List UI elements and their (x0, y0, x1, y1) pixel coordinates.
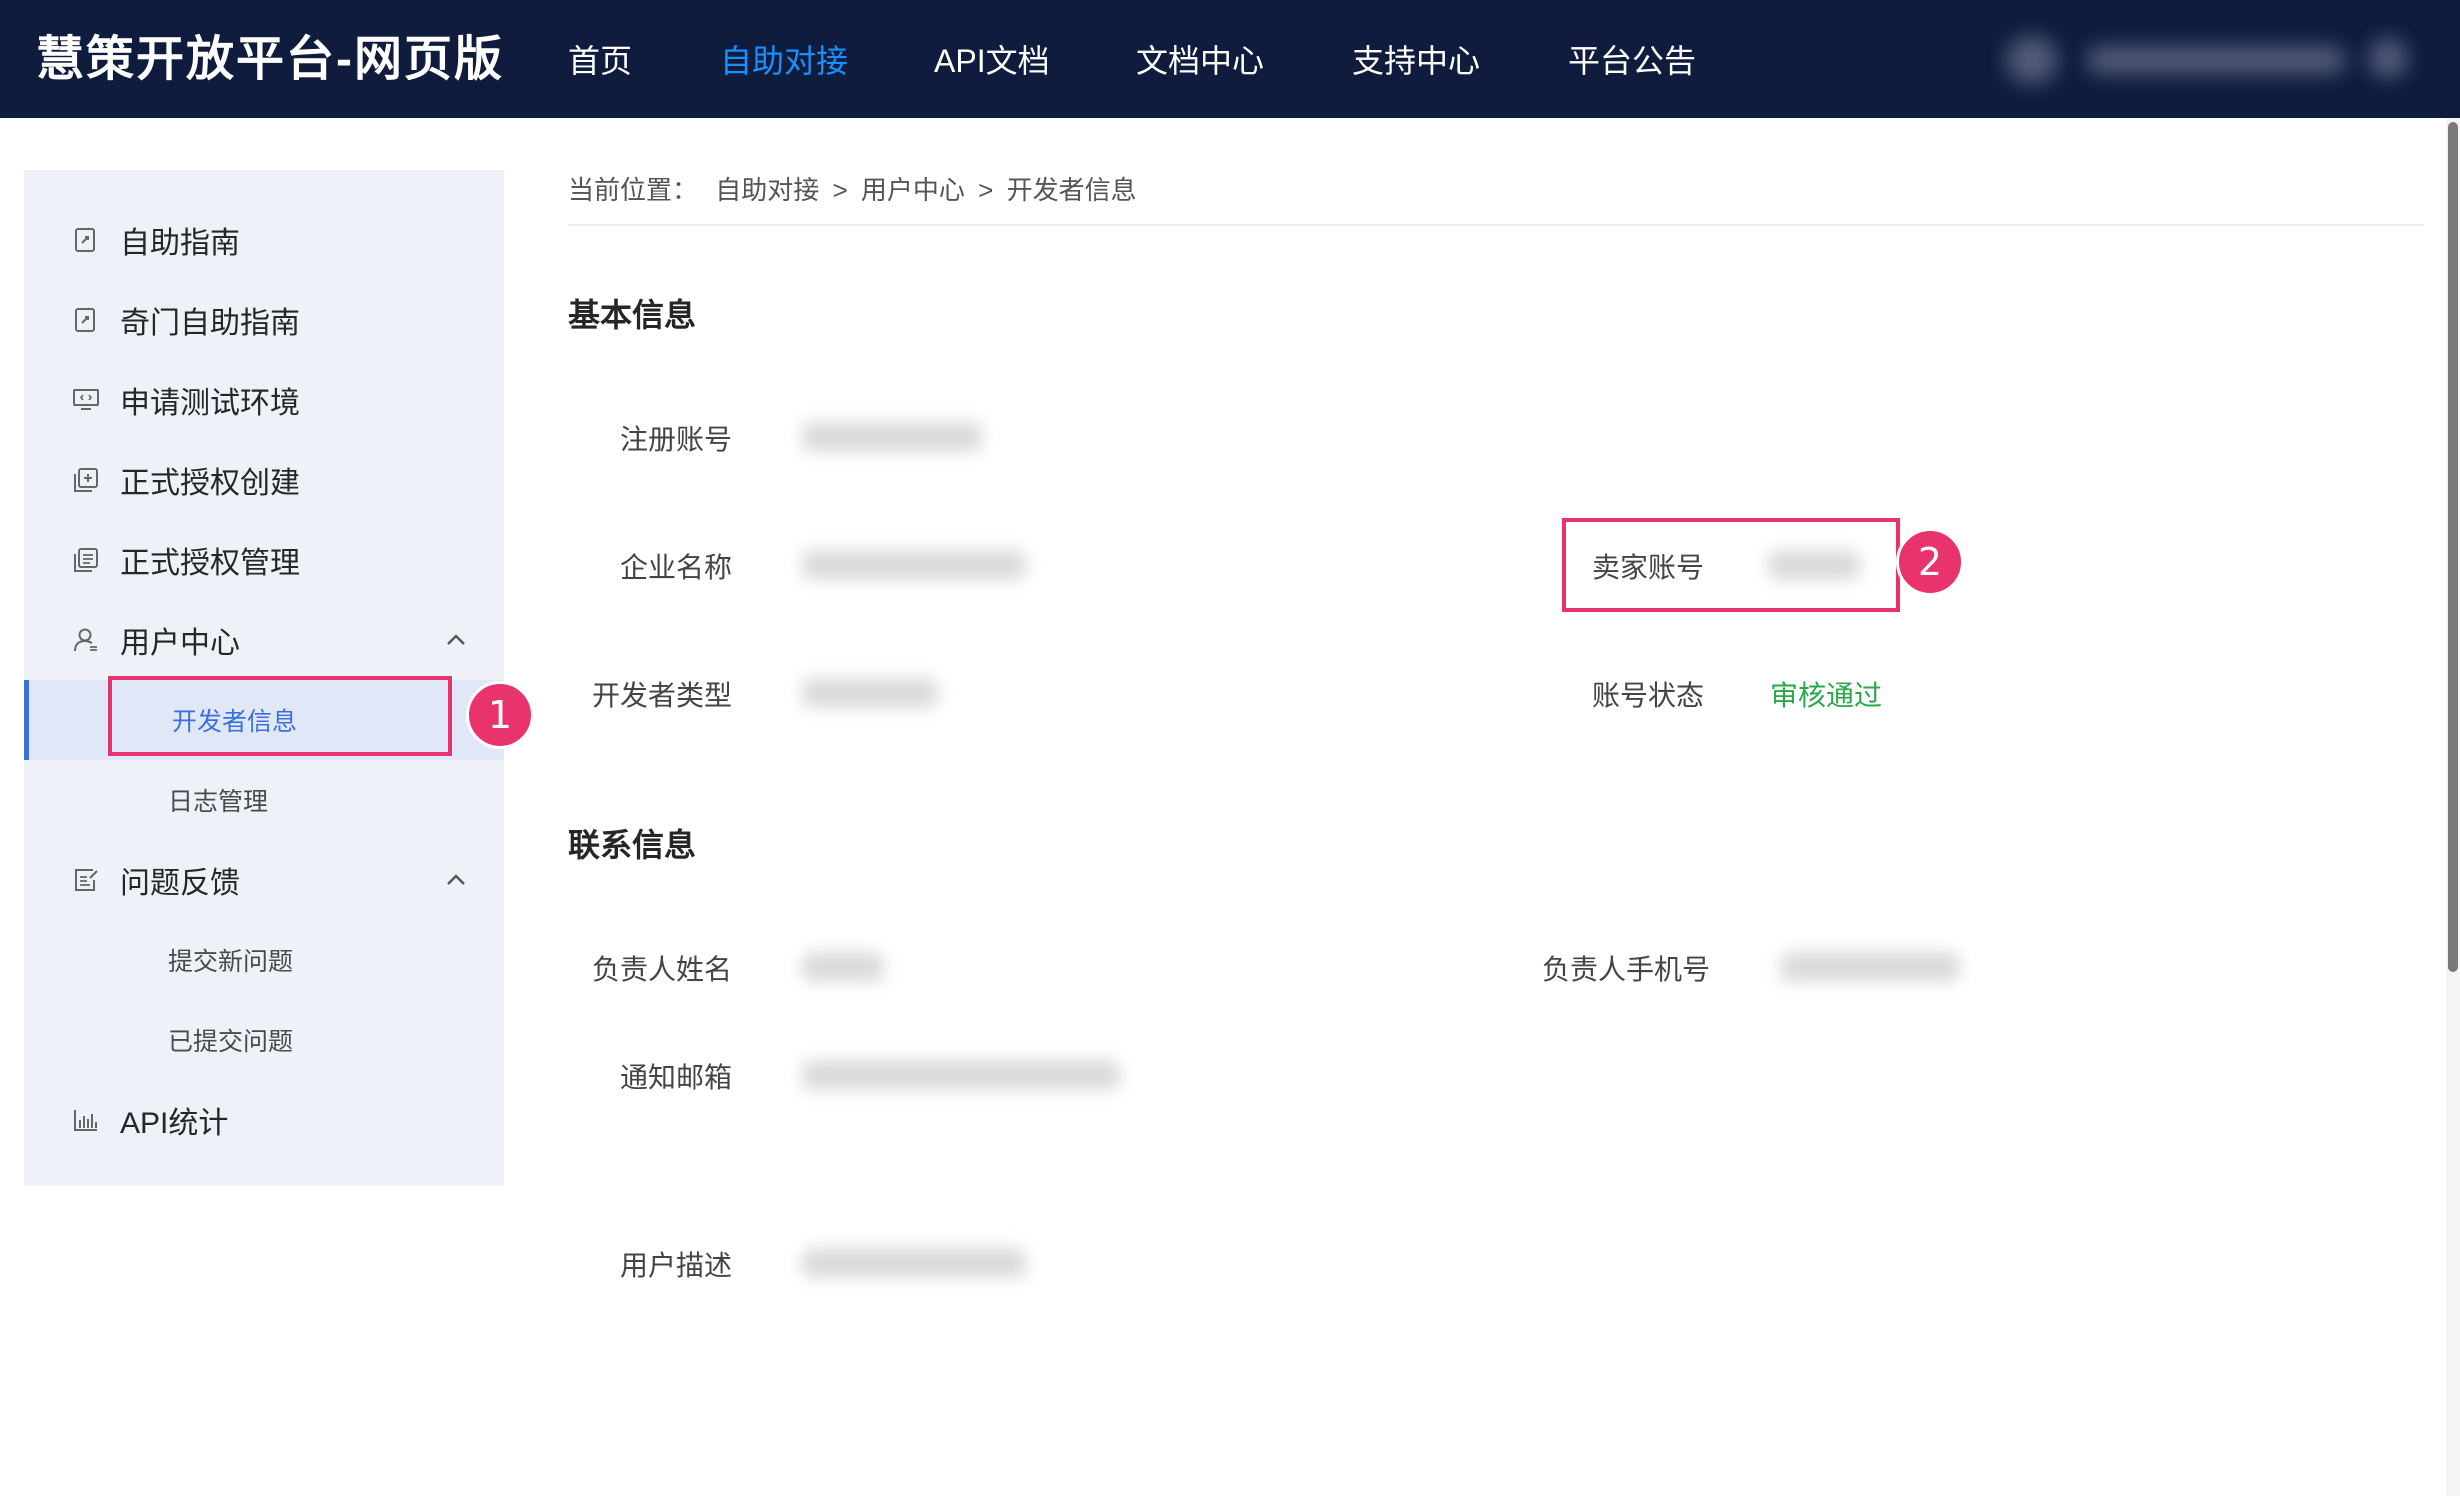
avatar (2006, 36, 2058, 84)
sidebar-item-auth-create[interactable]: 正式授权创建 (24, 440, 504, 520)
sidebar-item-label: 自助指南 (120, 227, 240, 260)
sidebar-item-self-guide[interactable]: 自助指南 (24, 200, 504, 280)
sidebar-item-label: 奇门自助指南 (120, 307, 300, 340)
field-label-account-status: 账号状态 (1592, 680, 1705, 711)
list-square-icon (72, 546, 100, 574)
field-value-notify-email-blurred (802, 1060, 1120, 1090)
page: 慧策开放平台-网页版 首页 自助对接 API文档 文档中心 支持中心 平台公告 … (0, 0, 2460, 1496)
breadcrumb-separator: > (978, 175, 994, 205)
sidebar-group-feedback[interactable]: 问题反馈 (24, 840, 504, 920)
nav-self-service[interactable]: 自助对接 (720, 38, 848, 84)
username-blurred (2086, 46, 2346, 74)
user-account-menu[interactable] (2006, 32, 2416, 88)
field-label-company-name: 企业名称 (620, 552, 733, 583)
field-label-developer-type: 开发者类型 (592, 680, 733, 711)
highlight-box-seller-account (1562, 518, 1900, 612)
document-icon (72, 306, 100, 334)
sidebar-item-apply-test-env[interactable]: 申请测试环境 (24, 360, 504, 440)
breadcrumb: 当前位置： 自助对接 > 用户中心 > 开发者信息 (568, 170, 1137, 210)
field-label-contact-name: 负责人姓名 (592, 954, 733, 985)
add-square-icon (72, 466, 100, 494)
sidebar-item-label: 正式授权管理 (120, 547, 300, 580)
nav-home[interactable]: 首页 (568, 38, 632, 84)
field-value-contact-name-blurred (802, 952, 884, 982)
sidebar-item-label: 用户中心 (120, 627, 240, 660)
section-title-contact-info: 联系信息 (568, 827, 697, 863)
bar-chart-icon (72, 1106, 100, 1134)
field-label-contact-phone: 负责人手机号 (1542, 954, 1711, 985)
sidebar-group-user-center[interactable]: 用户中心 (24, 600, 504, 680)
section-title-basic-info: 基本信息 (568, 297, 697, 333)
sidebar-subitem-submit-issue[interactable]: 提交新问题 (24, 920, 504, 1000)
field-value-register-account-blurred (802, 422, 982, 452)
active-indicator (24, 680, 29, 760)
chevron-up-icon[interactable] (442, 866, 470, 894)
field-value-contact-phone-blurred (1780, 952, 1960, 982)
sidebar-item-label: 问题反馈 (120, 867, 240, 900)
breadcrumb-prefix: 当前位置： (568, 175, 699, 205)
page-scrollbar-thumb[interactable] (2448, 122, 2458, 972)
sidebar-item-auth-manage[interactable]: 正式授权管理 (24, 520, 504, 600)
field-value-company-name-blurred (802, 550, 1026, 580)
field-label-notify-email: 通知邮箱 (620, 1062, 733, 1093)
sidebar-subitem-submitted-issues[interactable]: 已提交问题 (24, 1000, 504, 1080)
breadcrumb-separator: > (832, 175, 848, 205)
field-value-user-description-blurred (802, 1248, 1026, 1278)
sidebar-item-label: API统计 (120, 1107, 229, 1140)
highlight-box-developer-info (108, 676, 452, 756)
top-navigation-bar: 慧策开放平台-网页版 首页 自助对接 API文档 文档中心 支持中心 平台公告 (0, 0, 2460, 118)
monitor-code-icon (72, 386, 100, 414)
sidebar-subitem-log-manage[interactable]: 日志管理 (24, 760, 504, 840)
field-label-user-description: 用户描述 (620, 1250, 733, 1281)
nav-support-center[interactable]: 支持中心 (1352, 38, 1480, 84)
sidebar-subitem-label: 日志管理 (168, 788, 269, 816)
field-value-developer-type-blurred (802, 678, 938, 708)
nav-doc-center[interactable]: 文档中心 (1136, 38, 1264, 84)
chevron-up-icon[interactable] (442, 626, 470, 654)
sidebar-subitem-label: 提交新问题 (168, 948, 294, 976)
feedback-icon (72, 866, 100, 894)
sidebar-item-qimen-guide[interactable]: 奇门自助指南 (24, 280, 504, 360)
step-badge-1: 1 (466, 681, 534, 749)
field-value-account-status: 审核通过 (1770, 680, 1883, 711)
breadcrumb-item[interactable]: 用户中心 (861, 175, 965, 205)
breadcrumb-item[interactable]: 自助对接 (715, 175, 819, 205)
chevron-down-icon (2368, 38, 2408, 78)
divider (568, 224, 2424, 226)
step-badge-2: 2 (1896, 528, 1964, 596)
brand-title: 慧策开放平台-网页版 (36, 33, 504, 86)
sidebar-subitem-label: 已提交问题 (168, 1028, 294, 1056)
sidebar-item-label: 正式授权创建 (120, 467, 300, 500)
nav-api-docs[interactable]: API文档 (934, 38, 1050, 84)
document-icon (72, 226, 100, 254)
nav-announcements[interactable]: 平台公告 (1568, 38, 1696, 84)
sidebar-item-api-stats[interactable]: API统计 (24, 1080, 504, 1160)
sidebar-item-label: 申请测试环境 (120, 387, 300, 420)
user-icon (72, 626, 100, 654)
field-label-register-account: 注册账号 (620, 424, 733, 455)
breadcrumb-item-current: 开发者信息 (1006, 175, 1137, 205)
